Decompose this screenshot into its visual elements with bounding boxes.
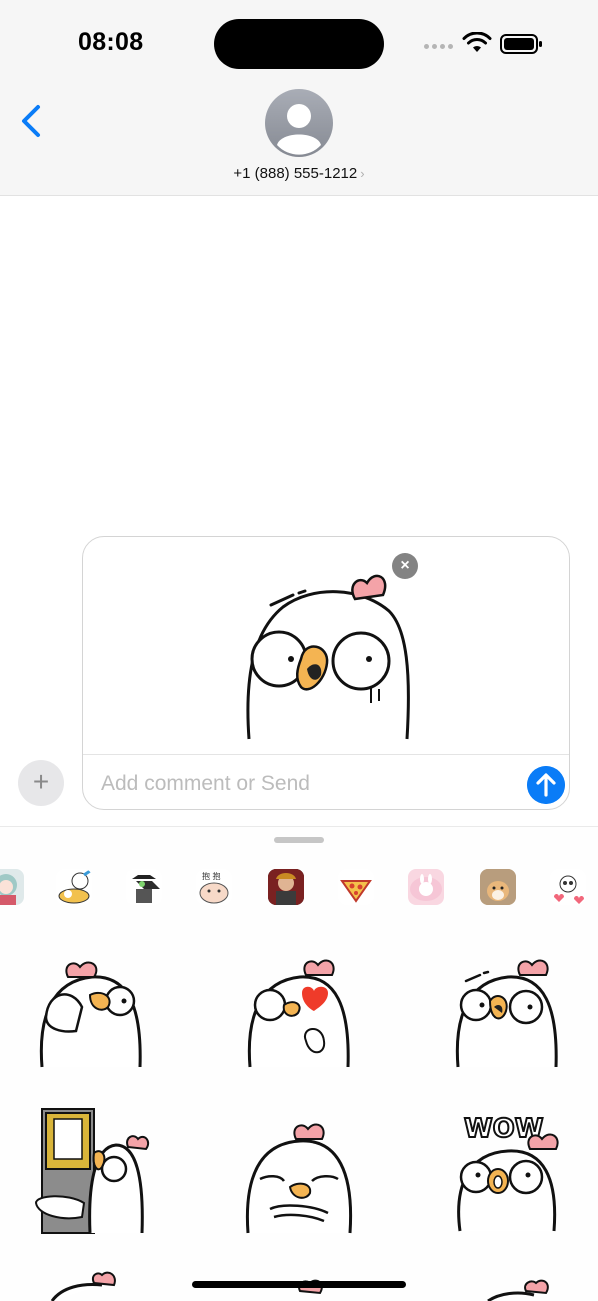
- message-compose-field: ×: [82, 536, 570, 810]
- contact-avatar[interactable]: [265, 89, 333, 157]
- send-button[interactable]: [527, 766, 565, 804]
- svg-text:抱 抱: 抱 抱: [202, 871, 221, 881]
- sticker-chicken-heart-blush[interactable]: [240, 957, 360, 1087]
- comment-input[interactable]: [99, 763, 503, 805]
- sticker-pack-pizza[interactable]: [338, 869, 374, 905]
- status-time: 08:08: [78, 28, 144, 56]
- navigation-header: 08:08 +1 (888) 555-1212 ›: [0, 0, 598, 196]
- add-attachment-button[interactable]: +: [18, 760, 64, 806]
- sticker-pack-pink-bunny[interactable]: [408, 869, 444, 905]
- dynamic-island: [214, 19, 384, 69]
- sticker-chicken-partial-1[interactable]: [32, 1271, 152, 1301]
- sticker-pack-portrait[interactable]: [268, 869, 304, 905]
- sticker-pack-girl[interactable]: [0, 869, 24, 905]
- battery-icon: [500, 34, 542, 54]
- drawer-grabber[interactable]: [274, 837, 324, 843]
- home-indicator[interactable]: [192, 1281, 406, 1288]
- person-icon: [277, 104, 321, 155]
- sticker-pack-plague-doctor[interactable]: [126, 869, 162, 905]
- sticker-chicken-peek-door[interactable]: [32, 1107, 152, 1237]
- chevron-right-icon: ›: [360, 166, 365, 181]
- compose-divider: [83, 754, 569, 755]
- sticker-pack-duck-breakfast[interactable]: [56, 869, 92, 905]
- sticker-chicken-shocked[interactable]: [448, 957, 568, 1087]
- sticker-drawer: 抱 抱 WOW: [0, 826, 598, 1301]
- sticker-pack-skull-hearts[interactable]: [550, 869, 586, 905]
- back-chevron-icon[interactable]: [18, 104, 44, 138]
- sticker-chicken-smug[interactable]: [240, 1117, 360, 1247]
- sticker-chicken-partial-3[interactable]: [448, 1279, 568, 1301]
- sticker-pack-shiba[interactable]: [480, 869, 516, 905]
- sticker-pack-bear[interactable]: 抱 抱: [196, 869, 232, 905]
- contact-number: +1 (888) 555-1212: [233, 165, 358, 182]
- remove-sticker-button[interactable]: ×: [392, 553, 418, 579]
- wifi-icon: [462, 32, 492, 52]
- sticker-chicken-facepalm[interactable]: [32, 957, 152, 1087]
- selected-sticker-preview: [246, 574, 410, 740]
- cellular-signal-icon: [424, 44, 453, 49]
- contact-name[interactable]: +1 (888) 555-1212 ›: [0, 165, 598, 182]
- sticker-chicken-wow[interactable]: WOW: [448, 1107, 568, 1237]
- sticker-pack-bar: 抱 抱: [0, 869, 598, 909]
